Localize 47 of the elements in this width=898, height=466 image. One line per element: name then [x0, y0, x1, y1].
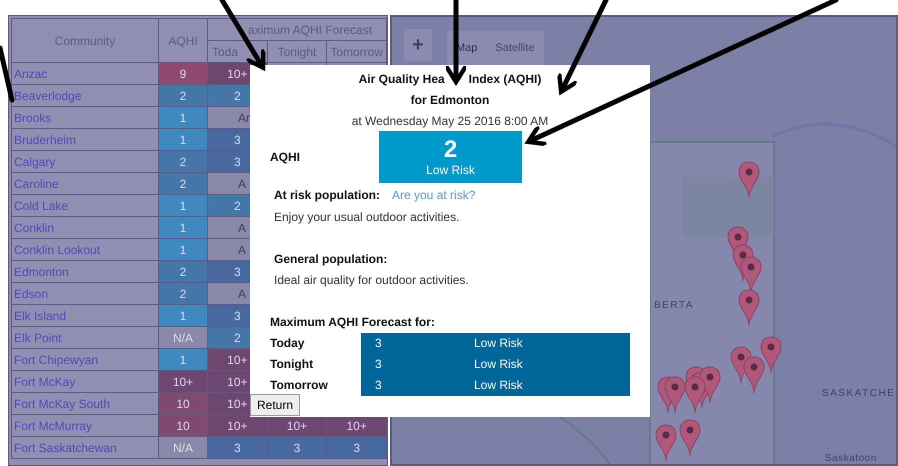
popup-location: for Edmonton [410, 92, 490, 109]
forecast-cell: 3 [267, 436, 327, 458]
aqhi-cell: 10+ [158, 370, 208, 392]
risk-level: Low Risk [474, 356, 523, 373]
risk-level: Low Risk [426, 163, 475, 177]
aqhi-cell: 1 [158, 348, 208, 370]
forecast-period: Today [270, 335, 306, 352]
forecast-cell: 10+ [208, 414, 268, 436]
column-header: Tomorrow [330, 44, 383, 58]
aqhi-cell: 1 [158, 238, 208, 260]
aqhi-cell: 2 [158, 282, 208, 304]
aqhi-cell: 9 [158, 62, 208, 84]
aqhi-cell: N/A [158, 436, 208, 458]
forecast-cell: 3 [326, 436, 386, 458]
forecast-period: Tomorrow [270, 377, 329, 394]
forecast-cell: 3 [208, 436, 268, 458]
aqhi-cell: 1 [158, 106, 208, 128]
aqhi-value: 2 [444, 137, 458, 163]
map-label: Saskatoon [825, 453, 877, 464]
aqhi-cell: N/A [158, 326, 208, 348]
aqhi-cell: 10 [158, 392, 208, 414]
risk-level: Low Risk [474, 335, 523, 352]
dialog-title: Air Quality Hea [358, 71, 445, 88]
risk-level: Low Risk [474, 377, 523, 394]
aqhi-cell: 1 [158, 128, 208, 150]
column-header: Toda [212, 44, 238, 58]
aqhi-cell: 2 [158, 150, 208, 172]
aqhi-cell: 1 [158, 216, 208, 238]
map-label: BERTA [654, 300, 694, 311]
map-label: SASKATCHE [822, 388, 896, 399]
aqhi-cell: 1 [158, 194, 208, 216]
forecast-value: 3 [374, 377, 383, 394]
aqhi-cell: 2 [158, 260, 208, 282]
column-header: aximum AQHI Forecast [248, 22, 372, 36]
column-header: Tonight [278, 44, 316, 58]
aqhi-cell: 2 [158, 84, 208, 106]
aqhi-cell: 1 [158, 304, 208, 326]
forecast-period: Tonight [270, 356, 314, 373]
aqhi-cell: 10 [158, 414, 208, 436]
forecast-value: 3 [374, 356, 383, 373]
column-header: AQHI [158, 18, 208, 62]
column-header: Community [12, 18, 158, 62]
forecast-value: 3 [374, 335, 383, 352]
aqhi-cell: 2 [158, 172, 208, 194]
dialog-title: Index (AQHI) [468, 71, 542, 88]
section-label: Maximum AQHI Forecast for: [270, 315, 436, 329]
aqhi-label: AQHI [270, 150, 301, 164]
